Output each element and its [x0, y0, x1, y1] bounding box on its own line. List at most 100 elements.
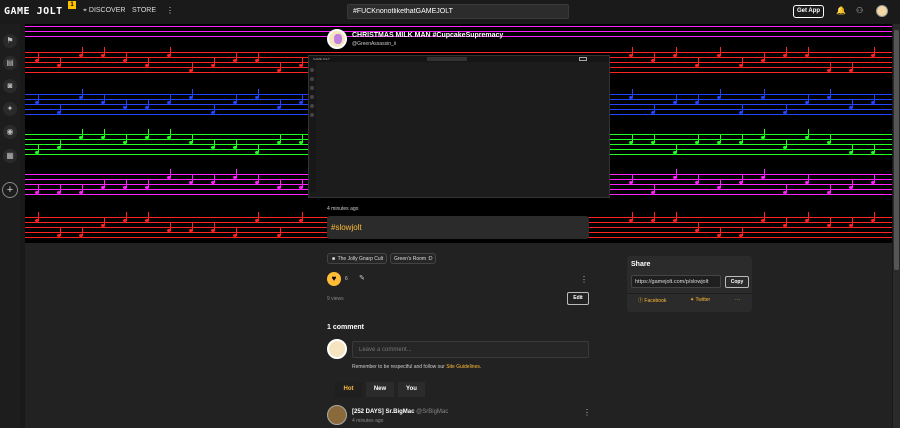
music-note-stem: [764, 129, 765, 137]
music-note-stem: [60, 104, 61, 112]
music-note-stem: [764, 212, 765, 220]
music-note-stem: [236, 169, 237, 177]
music-note-stem: [654, 184, 655, 192]
more-menu-icon[interactable]: ⋮: [166, 6, 174, 15]
music-note-stem: [126, 212, 127, 220]
music-note-stem: [852, 144, 853, 152]
sidebar-community-icon-2[interactable]: ◉: [3, 125, 17, 139]
music-note-stem: [808, 94, 809, 102]
music-note-stem: [830, 89, 831, 97]
get-app-button[interactable]: Get App: [793, 5, 824, 18]
post-timestamp: 4 minutes ago: [327, 206, 359, 212]
music-note-stem: [742, 174, 743, 182]
search-input[interactable]: [347, 4, 569, 19]
music-note-stem: [632, 89, 633, 97]
facebook-share-button[interactable]: ⓕ Facebook: [638, 297, 666, 304]
music-note-stem: [720, 134, 721, 142]
post-screenshot-image[interactable]: GAME JOLT: [308, 55, 610, 198]
comment-options-icon[interactable]: ⋮: [583, 408, 591, 417]
add-community-icon[interactable]: +: [2, 182, 18, 198]
music-note-stem: [786, 139, 787, 147]
music-note-stem: [632, 174, 633, 182]
music-note-stem: [214, 139, 215, 147]
music-note-stem: [874, 94, 875, 102]
gamejolt-logo[interactable]: GAME JOLT: [4, 6, 63, 17]
sidebar-backpack-icon[interactable]: ◙: [3, 79, 17, 93]
community-tag-chip[interactable]: ☻ The Jolly Gnarp Cult: [327, 253, 388, 264]
music-note-stem: [698, 134, 699, 142]
music-note-stem: [148, 129, 149, 137]
music-note-stem: [654, 52, 655, 60]
music-note-stem: [258, 52, 259, 60]
share-url-field[interactable]: [631, 275, 721, 288]
music-note-stem: [764, 52, 765, 60]
music-note-stem: [38, 52, 39, 60]
sidebar-community-icon-3[interactable]: ▦: [3, 149, 17, 163]
sidebar-store-icon[interactable]: ▤: [3, 56, 17, 70]
music-note-stem: [60, 139, 61, 147]
comment-author-name[interactable]: [252 DAYS] Sr.BigMac @SrBigMac: [352, 409, 448, 415]
tab-new[interactable]: New: [366, 382, 394, 397]
music-note-stem: [632, 134, 633, 142]
music-note-stem: [170, 47, 171, 55]
music-note-stem: [302, 94, 303, 102]
music-note-stem: [830, 62, 831, 70]
music-note-stem: [698, 174, 699, 182]
music-note-stem: [676, 47, 677, 55]
music-note-stem: [126, 99, 127, 107]
nav-store[interactable]: STORE: [132, 7, 156, 14]
comment-icon[interactable]: ✎: [359, 274, 365, 282]
music-note-stem: [720, 227, 721, 235]
music-note-stem: [676, 94, 677, 102]
post-author-handle[interactable]: @GreenAssassin_ii: [352, 41, 396, 47]
like-heart-icon[interactable]: ♥: [327, 272, 341, 286]
music-note-stem: [830, 184, 831, 192]
music-note-stem: [302, 212, 303, 220]
music-note-stem: [236, 52, 237, 60]
copy-button[interactable]: Copy: [725, 276, 749, 288]
hashtag-link[interactable]: #slowjolt: [331, 223, 362, 232]
community-tag-chip[interactable]: Green's Room :D: [390, 253, 437, 264]
edit-button[interactable]: Edit: [567, 292, 589, 305]
music-note-stem: [148, 212, 149, 220]
screenshot-logo-text: GAME JOLT: [313, 57, 330, 61]
music-note-stem: [852, 217, 853, 225]
screenshot-button-shape: [579, 57, 587, 61]
music-note-stem: [192, 134, 193, 142]
tab-you[interactable]: You: [398, 382, 425, 397]
twitter-share-button[interactable]: ✦ Twitter: [690, 297, 710, 303]
music-note-stem: [82, 89, 83, 97]
scrollbar-thumb[interactable]: [894, 30, 899, 270]
music-note-stem: [104, 94, 105, 102]
comment-input[interactable]: [352, 341, 589, 358]
tab-hot[interactable]: Hot: [335, 382, 362, 397]
music-note-stem: [104, 129, 105, 137]
music-note-stem: [808, 47, 809, 55]
like-count: 6: [345, 276, 348, 282]
notification-badge: 1: [68, 1, 76, 9]
music-note-stem: [236, 139, 237, 147]
comment-author-avatar[interactable]: [327, 405, 347, 425]
screenshot-dot-icon: [310, 95, 314, 99]
bell-icon[interactable]: 🔔: [836, 6, 846, 15]
sidebar-community-icon[interactable]: ✦: [3, 102, 17, 116]
friends-icon[interactable]: ⚇: [856, 6, 863, 15]
user-avatar[interactable]: [876, 5, 888, 17]
music-note-stem: [60, 227, 61, 235]
comment-timestamp: 4 minutes ago: [352, 418, 384, 424]
sidebar-home-icon[interactable]: ⚑: [3, 34, 17, 48]
screenshot-dot-icon: [310, 86, 314, 90]
music-note-stem: [170, 169, 171, 177]
screenshot-dot-icon: [310, 77, 314, 81]
site-guidelines-link[interactable]: Site Guidelines: [446, 364, 480, 370]
post-author-avatar[interactable]: [327, 29, 347, 49]
post-options-icon[interactable]: ⋮: [580, 275, 588, 284]
music-note-stem: [60, 184, 61, 192]
nav-discover[interactable]: ⌖ DISCOVER: [83, 7, 125, 15]
view-count: 9 views: [327, 296, 344, 302]
music-note-stem: [104, 179, 105, 187]
main-content-area: [25, 243, 892, 428]
more-share-button[interactable]: ···: [735, 297, 740, 303]
music-note-stem: [38, 94, 39, 102]
music-note-stem: [720, 47, 721, 55]
